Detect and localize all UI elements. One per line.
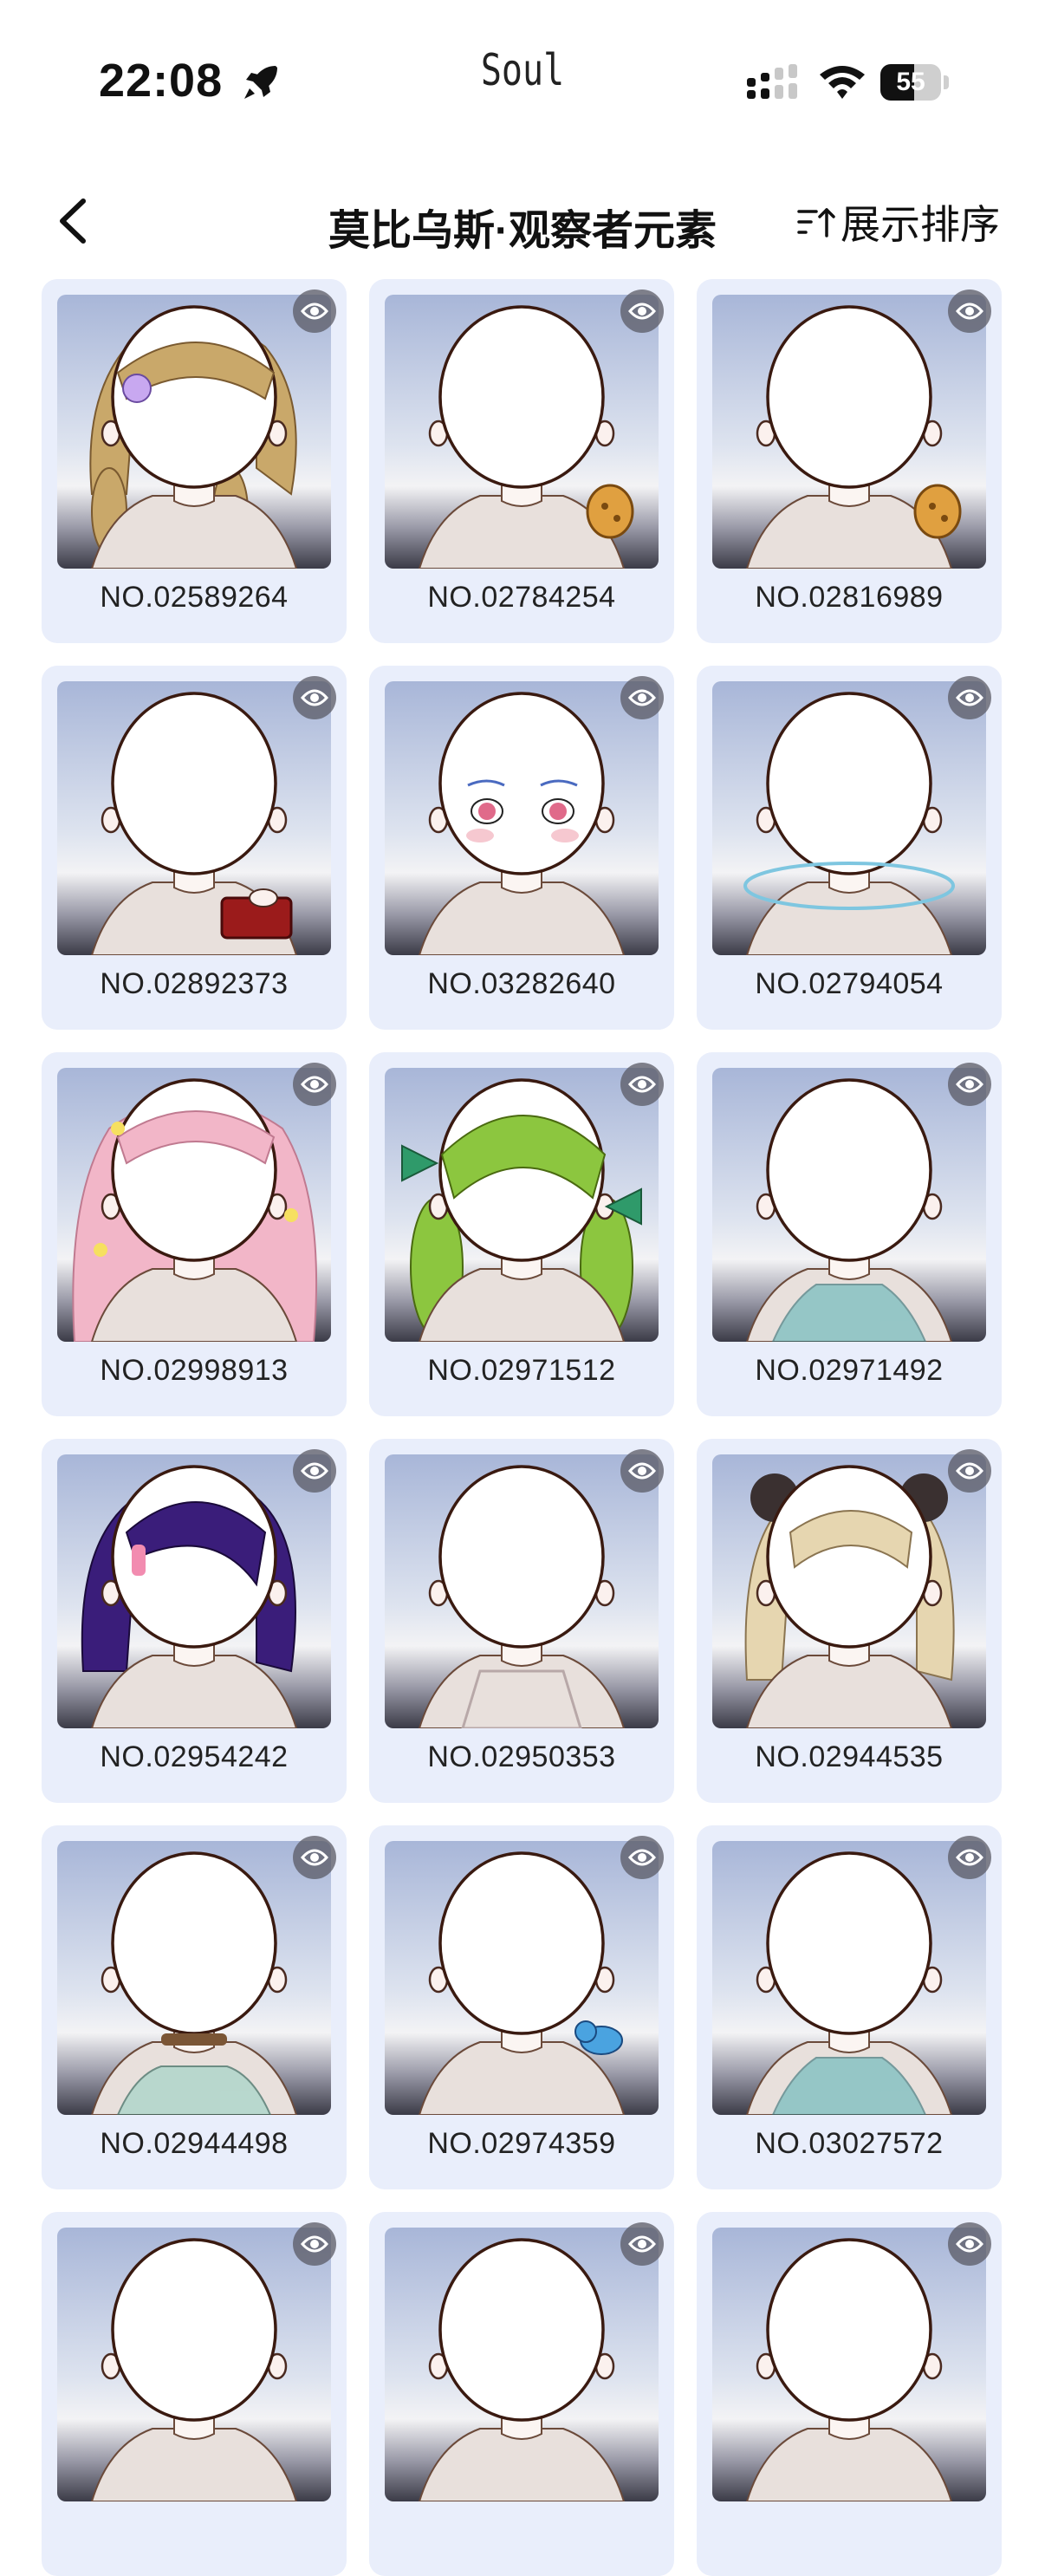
preview-eye-icon[interactable] [293,2222,336,2266]
element-code: NO.02944498 [100,2127,289,2160]
avatar-thumbnail [57,1841,331,2115]
avatar-thumbnail [57,1068,331,1342]
avatar-thumbnail [57,1454,331,1728]
avatar-figure [418,2238,626,2501]
element-card[interactable] [42,2212,347,2576]
avatar-thumbnail [712,2228,986,2501]
preview-eye-icon[interactable] [620,2222,664,2266]
element-code: NO.02589264 [100,581,289,614]
element-code: NO.02971492 [755,1354,944,1387]
avatar-thumbnail [712,295,986,569]
element-card[interactable]: NO.03027572 [697,1825,1002,2189]
avatar-figure [418,1851,626,2115]
element-code: NO.02816989 [755,581,944,614]
avatar-figure [81,1465,298,1728]
element-code: NO.02954242 [100,1740,289,1773]
sort-ascending-icon [797,208,835,237]
element-card[interactable]: NO.03282640 [369,666,674,1030]
preview-eye-icon[interactable] [948,1063,991,1106]
element-code: NO.03282640 [427,967,616,1000]
avatar-thumbnail [712,1841,986,2115]
element-card[interactable]: NO.02950353 [369,1439,674,1803]
preview-eye-icon[interactable] [620,1836,664,1879]
avatar-figure [418,1465,626,1728]
avatar-thumbnail [712,1454,986,1728]
avatar-figure [72,1078,318,1342]
avatar-figure [90,692,298,955]
avatar-figure [745,1078,953,1342]
preview-eye-icon[interactable] [948,2222,991,2266]
signal-icon [747,64,797,99]
element-card[interactable] [697,2212,1002,2576]
preview-eye-icon[interactable] [293,676,336,719]
avatar-figure [745,1851,953,2115]
element-code: NO.02971512 [427,1354,616,1387]
avatar-figure [744,1465,955,1728]
avatar-figure [418,305,634,569]
avatar-figure [90,2238,298,2501]
avatar-thumbnail [712,681,986,955]
element-card[interactable]: NO.02816989 [697,279,1002,643]
element-card[interactable]: NO.02998913 [42,1052,347,1416]
element-card[interactable] [369,2212,674,2576]
element-card[interactable]: NO.02954242 [42,1439,347,1803]
avatar-thumbnail [57,681,331,955]
avatar-figure [89,305,298,569]
wifi-icon [820,66,865,99]
avatar-figure [745,305,962,569]
battery-icon: 55 [880,64,950,101]
element-code: NO.02974359 [427,2127,616,2160]
avatar-figure [743,692,955,955]
preview-eye-icon[interactable] [620,676,664,719]
battery-level-text: 55 [896,68,925,96]
preview-eye-icon[interactable] [293,1836,336,1879]
preview-eye-icon[interactable] [948,676,991,719]
sort-button[interactable]: 展示排序 [797,196,1000,248]
avatar-figure [745,2238,953,2501]
avatar-figure [418,692,626,955]
avatar-thumbnail [57,2228,331,2501]
avatar-figure [401,1078,642,1342]
element-card[interactable]: NO.02589264 [42,279,347,643]
element-grid: NO.02589264 NO.02784254 NO.02816989 NO.0… [42,279,1003,2576]
avatar-thumbnail [57,295,331,569]
preview-eye-icon[interactable] [620,1449,664,1493]
preview-eye-icon[interactable] [620,1063,664,1106]
carrier-label: Soul [480,45,565,95]
element-code: NO.02998913 [100,1354,289,1387]
element-code: NO.03027572 [755,2127,944,2160]
element-code: NO.02950353 [427,1740,616,1773]
preview-eye-icon[interactable] [620,289,664,333]
element-code: NO.02784254 [427,581,616,614]
avatar-thumbnail [385,1068,659,1342]
preview-eye-icon[interactable] [948,1449,991,1493]
preview-eye-icon[interactable] [293,289,336,333]
element-card[interactable]: NO.02944535 [697,1439,1002,1803]
preview-eye-icon[interactable] [293,1063,336,1106]
element-card[interactable]: NO.02971512 [369,1052,674,1416]
avatar-figure [90,1851,298,2115]
element-code: NO.02794054 [755,967,944,1000]
avatar-thumbnail [385,295,659,569]
preview-eye-icon[interactable] [948,289,991,333]
element-card[interactable]: NO.02971492 [697,1052,1002,1416]
element-card[interactable]: NO.02944498 [42,1825,347,2189]
element-card[interactable]: NO.02784254 [369,279,674,643]
avatar-thumbnail [385,2228,659,2501]
preview-eye-icon[interactable] [293,1449,336,1493]
avatar-thumbnail [385,1841,659,2115]
sort-label: 展示排序 [841,202,1000,247]
preview-eye-icon[interactable] [948,1836,991,1879]
status-bar: 22:08 Soul 55 [0,0,1045,165]
avatar-thumbnail [712,1068,986,1342]
element-code: NO.02944535 [755,1740,944,1773]
avatar-thumbnail [385,1454,659,1728]
element-card[interactable]: NO.02892373 [42,666,347,1030]
avatar-thumbnail [385,681,659,955]
element-card[interactable]: NO.02794054 [697,666,1002,1030]
element-card[interactable]: NO.02974359 [369,1825,674,2189]
nav-bar: 莫比乌斯·观察者元素 展示排序 [0,165,1045,277]
element-code: NO.02892373 [100,967,289,1000]
